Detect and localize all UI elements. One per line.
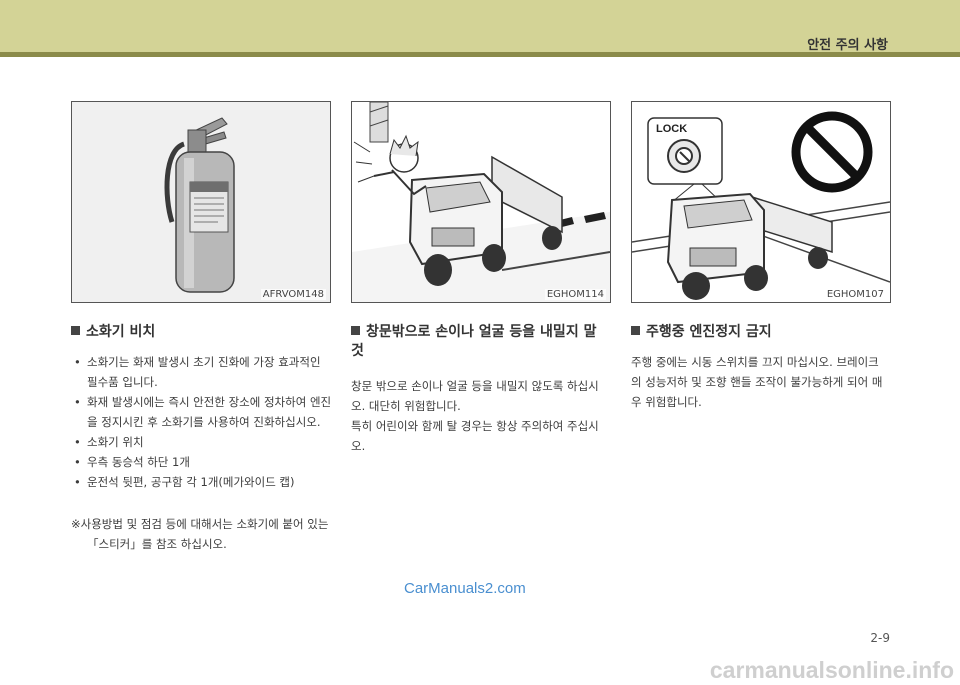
watermark-link[interactable]: CarManuals2.com bbox=[404, 580, 526, 597]
section-title-engine: 주행중 엔진정지 금지 bbox=[631, 323, 891, 342]
figure-code: EGHOM107 bbox=[824, 289, 886, 300]
extinguisher-note: ※사용방법 및 점검 등에 대해서는 소화기에 붙어 있는 「스티커」를 참조 … bbox=[71, 517, 329, 551]
lock-label: LOCK bbox=[656, 123, 687, 135]
section-title-window: 창문밖으로 손이나 얼굴 등을 내밀지 말 것 bbox=[351, 324, 597, 359]
fire-extinguisher-icon bbox=[72, 102, 330, 302]
truck-engine-stop-icon: LOCK bbox=[632, 102, 890, 302]
page-number: 2-9 bbox=[870, 631, 890, 645]
list-item: 화재 발생시에는 즉시 안전한 장소에 정차하여 엔진을 정지시킨 후 소화기를… bbox=[71, 392, 333, 432]
figure-window-warning: EGHOM114 bbox=[351, 101, 611, 303]
square-bullet-icon bbox=[351, 326, 360, 335]
list-item: 소화기는 화재 발생시 초기 진화에 가장 효과적인 필수품 입니다. bbox=[71, 352, 333, 392]
list-item: 우측 동승석 하단 1개 bbox=[71, 452, 333, 472]
page-section-title: 안전 주의 사항 bbox=[807, 38, 888, 53]
window-paragraph-2: 특히 어린이와 함께 탈 경우는 항상 주의하여 주십시오. bbox=[351, 419, 599, 453]
window-paragraph-1: 창문 밖으로 손이나 얼굴 등을 내밀지 않도록 하십시오. 대단히 위험합니다… bbox=[351, 379, 599, 413]
figure-code: AFRVOM148 bbox=[260, 289, 326, 300]
engine-paragraph: 주행 중에는 시동 스위치를 끄지 마십시오. 브레이크의 성능저하 및 조향 … bbox=[631, 355, 883, 409]
figure-fire-extinguisher: AFRVOM148 bbox=[71, 101, 331, 303]
square-bullet-icon bbox=[631, 326, 640, 335]
list-item: 운전석 뒷편, 공구함 각 1개(메가와이드 캡) bbox=[71, 472, 333, 492]
watermark-footer: carmanualsonline.info bbox=[709, 657, 954, 683]
extinguisher-bullet-list: 소화기는 화재 발생시 초기 진화에 가장 효과적인 필수품 입니다. 화재 발… bbox=[71, 352, 333, 492]
figure-engine-stop: LOCK EGHOM107 bbox=[631, 101, 891, 303]
list-item: 소화기 위치 bbox=[71, 432, 333, 452]
figure-code: EGHOM114 bbox=[544, 289, 606, 300]
truck-child-window-icon bbox=[352, 102, 610, 302]
section-title-extinguisher: 소화기 비치 bbox=[71, 323, 331, 342]
square-bullet-icon bbox=[71, 326, 80, 335]
